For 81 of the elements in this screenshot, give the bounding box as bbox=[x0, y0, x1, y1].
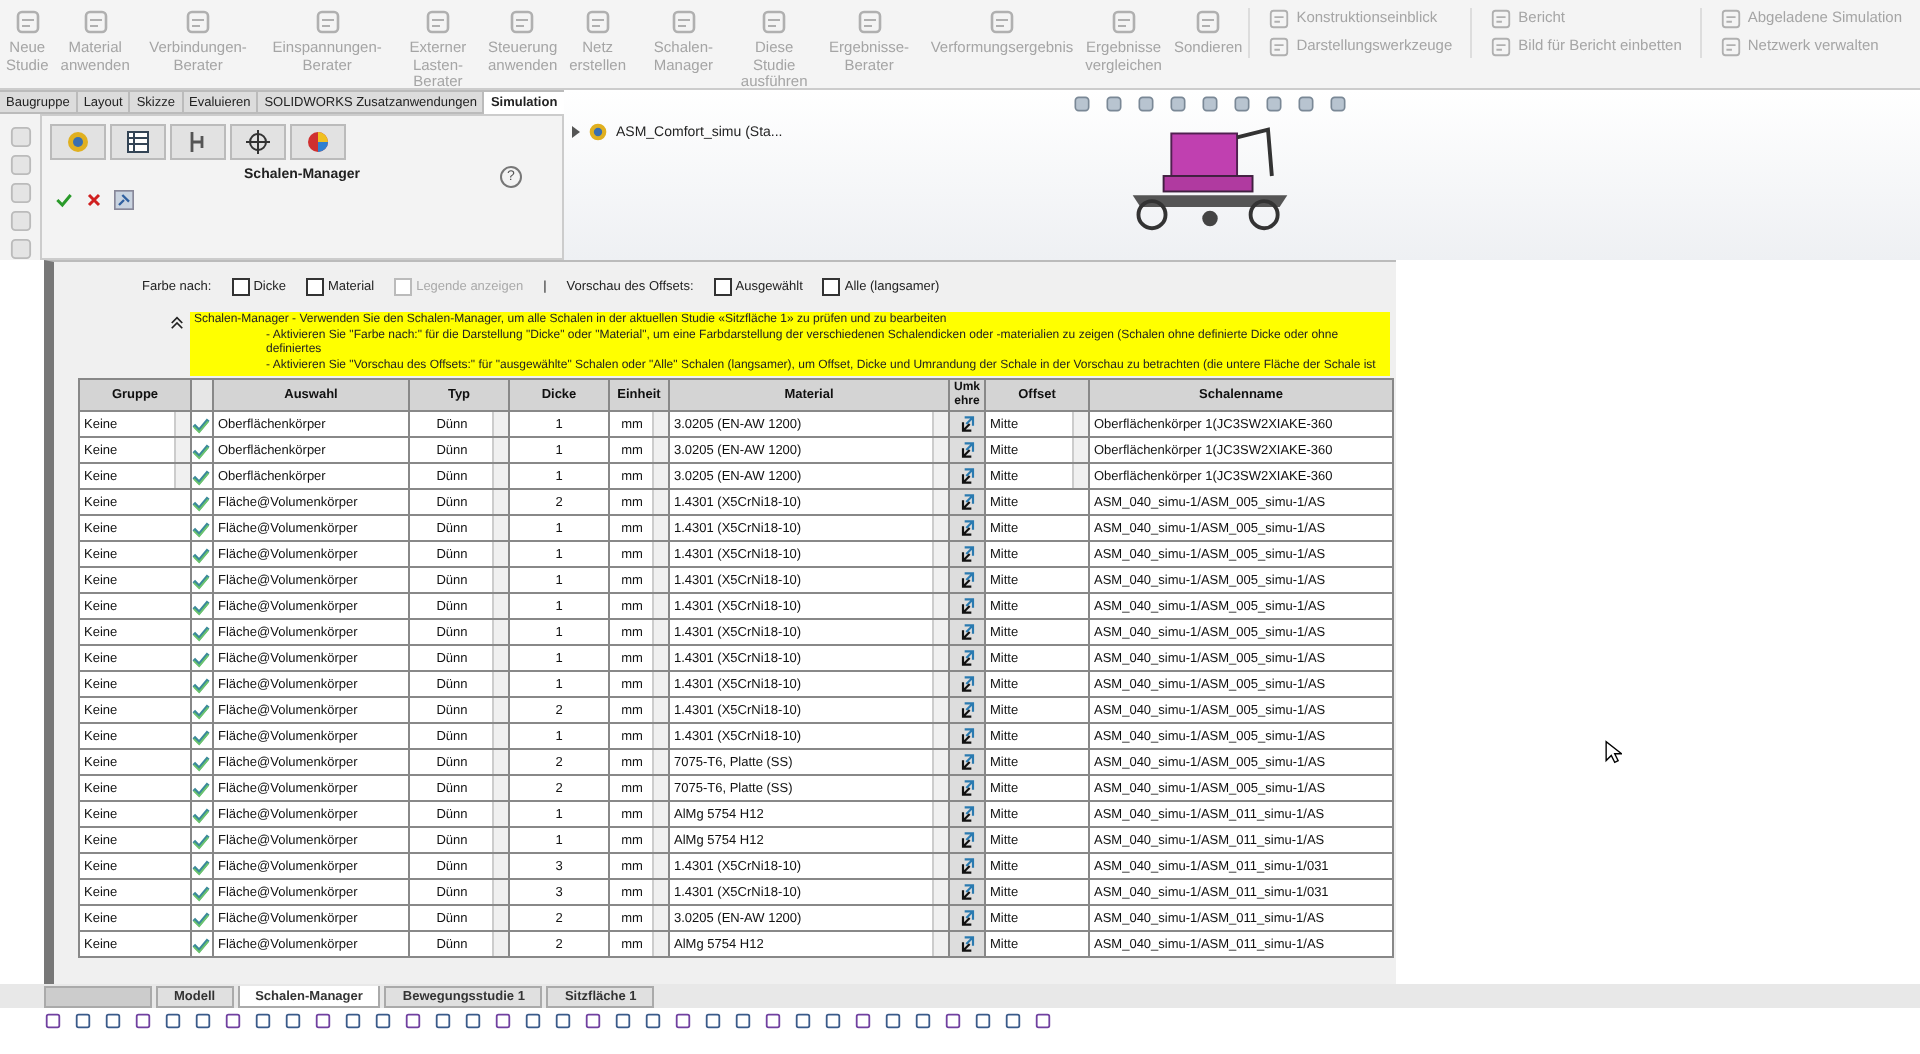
check-icon bbox=[193, 545, 210, 563]
tool-icon bbox=[1268, 8, 1291, 30]
view-tool-icon[interactable] bbox=[1328, 94, 1349, 114]
flip-arrows-icon[interactable] bbox=[957, 726, 977, 746]
flip-arrows-icon[interactable] bbox=[957, 570, 977, 590]
tool-icon bbox=[1719, 36, 1742, 58]
flip-arrows-icon[interactable] bbox=[957, 752, 977, 772]
check-icon bbox=[193, 415, 210, 433]
tool-icon bbox=[508, 8, 537, 36]
flip-arrows-icon[interactable] bbox=[957, 804, 977, 824]
flip-arrows-icon[interactable] bbox=[957, 908, 977, 928]
check-icon bbox=[193, 597, 210, 615]
tool-icon bbox=[1719, 8, 1742, 30]
tool-icon bbox=[987, 8, 1016, 36]
check-icon bbox=[193, 935, 210, 953]
view-tool-icon[interactable] bbox=[1136, 94, 1157, 114]
cursor-icon bbox=[1604, 740, 1622, 764]
check-icon bbox=[193, 519, 210, 537]
assembly-icon[interactable] bbox=[50, 124, 106, 160]
flip-arrows-icon[interactable] bbox=[957, 648, 977, 668]
flip-arrows-icon[interactable] bbox=[957, 466, 977, 486]
flip-arrows-icon[interactable] bbox=[957, 440, 977, 460]
flip-arrows-icon[interactable] bbox=[957, 518, 977, 538]
check-icon bbox=[193, 883, 210, 901]
view-tool-icon[interactable] bbox=[1168, 94, 1189, 114]
tool-icon bbox=[423, 8, 452, 36]
appearance-icon[interactable] bbox=[290, 124, 346, 160]
tool-icon bbox=[855, 8, 884, 36]
view-tool-icon[interactable] bbox=[1200, 94, 1221, 114]
tool-icon bbox=[1109, 8, 1138, 36]
check-icon bbox=[193, 649, 210, 667]
check-icon bbox=[193, 467, 210, 485]
flip-arrows-icon[interactable] bbox=[957, 414, 977, 434]
check-icon bbox=[193, 753, 210, 771]
flip-arrows-icon[interactable] bbox=[957, 622, 977, 642]
check-icon bbox=[193, 701, 210, 719]
view-tool-icon[interactable] bbox=[1264, 94, 1285, 114]
tool-icon bbox=[1490, 36, 1513, 58]
view-tool-icon[interactable] bbox=[1232, 94, 1253, 114]
flip-arrows-icon[interactable] bbox=[957, 492, 977, 512]
flip-arrows-icon[interactable] bbox=[957, 596, 977, 616]
check-icon bbox=[193, 831, 210, 849]
flip-arrows-icon[interactable] bbox=[957, 700, 977, 720]
tool-icon bbox=[1490, 8, 1513, 30]
check-icon bbox=[193, 909, 210, 927]
tool-icon bbox=[1194, 8, 1223, 36]
check-icon bbox=[193, 441, 210, 459]
assembly-icon bbox=[588, 122, 608, 142]
crosshair-icon[interactable] bbox=[230, 124, 286, 160]
list-icon[interactable] bbox=[110, 124, 166, 160]
flip-arrows-icon[interactable] bbox=[957, 830, 977, 850]
view-tool-icon[interactable] bbox=[1296, 94, 1317, 114]
tool-icon bbox=[583, 8, 612, 36]
check-icon bbox=[193, 779, 210, 797]
tool-icon bbox=[13, 8, 42, 36]
check-icon bbox=[193, 727, 210, 745]
view-tool-icon[interactable] bbox=[1072, 94, 1093, 114]
tool-icon bbox=[669, 8, 698, 36]
pin-icon[interactable] bbox=[114, 190, 134, 210]
flip-arrows-icon[interactable] bbox=[957, 882, 977, 902]
close-icon[interactable] bbox=[84, 190, 104, 210]
expand-arrow-icon[interactable] bbox=[572, 126, 580, 138]
check-icon bbox=[193, 675, 210, 693]
check-icon bbox=[193, 857, 210, 875]
check-icon bbox=[193, 571, 210, 589]
flip-arrows-icon[interactable] bbox=[957, 544, 977, 564]
flip-arrows-icon[interactable] bbox=[957, 778, 977, 798]
collapse-icon[interactable] bbox=[170, 316, 184, 330]
flip-arrows-icon[interactable] bbox=[957, 674, 977, 694]
flip-arrows-icon[interactable] bbox=[957, 934, 977, 954]
tool-icon bbox=[184, 8, 213, 36]
tool-icon bbox=[760, 8, 789, 36]
check-icon bbox=[193, 805, 210, 823]
ok-icon[interactable] bbox=[54, 190, 74, 210]
check-icon bbox=[193, 623, 210, 641]
tool-icon bbox=[1268, 36, 1291, 58]
check-icon bbox=[193, 493, 210, 511]
flip-arrows-icon[interactable] bbox=[957, 856, 977, 876]
tool-icon bbox=[313, 8, 342, 36]
tool-icon bbox=[81, 8, 110, 36]
view-tool-icon[interactable] bbox=[1104, 94, 1125, 114]
